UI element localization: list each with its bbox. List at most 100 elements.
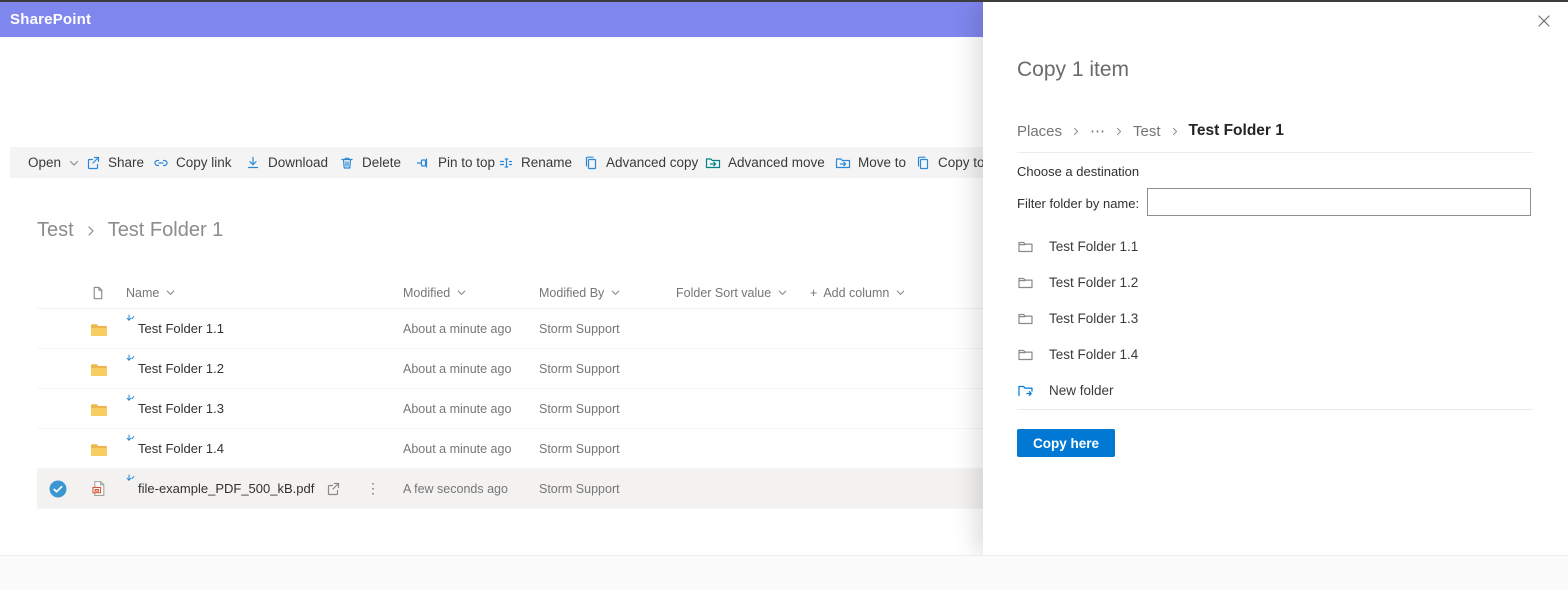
page-bottom-strip <box>0 555 1568 591</box>
copy-panel: Copy 1 item Places ⋯ Test Test Folder 1 … <box>983 2 1568 555</box>
share-icon <box>87 156 100 169</box>
table-row[interactable]: Test Folder 1.3 About a minute ago Storm… <box>37 389 983 429</box>
new-folder-icon <box>1018 385 1033 396</box>
panel-breadcrumb-ellipsis[interactable]: ⋯ <box>1090 122 1105 140</box>
chevron-right-icon <box>88 225 94 236</box>
toolbar-copy-link-button[interactable]: Copy link <box>153 147 232 178</box>
destination-folder-item[interactable]: Test Folder 1.3 <box>1017 300 1533 336</box>
folder-outline-icon <box>1018 349 1033 360</box>
file-name-link[interactable]: Test Folder 1.1 <box>138 321 224 336</box>
column-header-name[interactable]: Name <box>126 277 176 308</box>
chevron-right-icon <box>1073 127 1079 135</box>
panel-divider <box>1017 152 1533 153</box>
modified-cell: About a minute ago <box>403 321 512 336</box>
new-item-indicator-icon <box>126 434 135 441</box>
column-header-modified[interactable]: Modified <box>403 277 467 308</box>
destination-folder-item[interactable]: Test Folder 1.2 <box>1017 264 1533 300</box>
breadcrumb: Test Test Folder 1 <box>37 219 223 242</box>
toolbar-download-button[interactable]: Download <box>245 147 328 178</box>
folder-icon <box>91 323 107 336</box>
suite-bar: SharePoint <box>0 2 983 37</box>
download-icon <box>247 156 259 168</box>
chevron-down-icon <box>457 290 466 295</box>
file-type-column-header[interactable] <box>90 277 105 308</box>
panel-divider <box>1017 409 1533 410</box>
folder-icon <box>91 403 107 416</box>
row-share-button[interactable] <box>325 469 341 508</box>
toolbar-advanced-move-button[interactable]: Advanced move <box>705 147 825 178</box>
app-root: SharePoint Open Share Copy link Download… <box>0 0 1568 591</box>
folder-move-icon <box>705 157 721 168</box>
chevron-down-icon <box>778 290 787 295</box>
modified-cell: About a minute ago <box>403 401 512 416</box>
panel-breadcrumb-current: Test Folder 1 <box>1188 122 1284 139</box>
new-item-indicator-icon <box>126 394 135 401</box>
command-bar: Open Share Copy link Download Delete Pin… <box>10 147 983 178</box>
destination-folder-list: Test Folder 1.1 Test Folder 1.2 Test Fol… <box>1017 228 1533 408</box>
table-row[interactable]: Test Folder 1.1 About a minute ago Storm… <box>37 309 983 349</box>
table-row[interactable]: Test Folder 1.4 About a minute ago Storm… <box>37 429 983 469</box>
pdf-file-icon <box>92 481 105 496</box>
copy-here-button[interactable]: Copy here <box>1017 429 1115 457</box>
folder-arrow-icon <box>835 157 851 168</box>
modified-cell: A few seconds ago <box>403 481 508 496</box>
close-button[interactable] <box>1535 12 1553 30</box>
toolbar-delete-button[interactable]: Delete <box>339 147 401 178</box>
file-name-link[interactable]: Test Folder 1.4 <box>138 441 224 456</box>
toolbar-open-button[interactable]: Open <box>28 147 80 178</box>
filter-folder-input[interactable] <box>1147 188 1531 216</box>
share-icon <box>327 482 340 495</box>
modified-by-cell: Storm Support <box>539 401 620 416</box>
rename-icon <box>499 157 513 168</box>
new-item-indicator-icon <box>126 354 135 361</box>
modified-cell: About a minute ago <box>403 361 512 376</box>
panel-breadcrumb-places[interactable]: Places <box>1017 123 1062 140</box>
sharepoint-logo[interactable]: SharePoint <box>10 11 91 28</box>
filter-folder-label: Filter folder by name: <box>1017 196 1140 211</box>
breadcrumb-test-folder-1[interactable]: Test Folder 1 <box>108 219 224 242</box>
list-header-row: Name Modified Modified By Folder Sort va… <box>37 277 983 309</box>
plus-icon: + <box>810 285 818 300</box>
column-header-modified-by[interactable]: Modified By <box>539 277 621 308</box>
folder-outline-icon <box>1018 277 1033 288</box>
window-top-edge <box>0 0 1568 2</box>
toolbar-copy-to-button[interactable]: Copy to <box>915 147 983 178</box>
document-icon <box>93 286 103 299</box>
toolbar-rename-button[interactable]: Rename <box>498 147 572 178</box>
copy-pages-icon <box>585 156 597 169</box>
chevron-down-icon <box>897 290 905 295</box>
new-item-indicator-icon <box>126 474 135 481</box>
folder-outline-icon <box>1018 313 1033 324</box>
chevron-right-icon <box>1116 127 1122 135</box>
file-name-link[interactable]: file-example_PDF_500_kB.pdf <box>138 481 314 496</box>
toolbar-advanced-copy-button[interactable]: Advanced copy <box>583 147 698 178</box>
destination-folder-item[interactable]: Test Folder 1.1 <box>1017 228 1533 264</box>
chevron-down-icon <box>167 290 175 295</box>
folder-icon <box>91 443 107 456</box>
chevron-down-icon <box>612 290 620 295</box>
folder-icon <box>91 363 107 376</box>
file-name-link[interactable]: Test Folder 1.2 <box>138 361 224 376</box>
destination-folder-item[interactable]: Test Folder 1.4 <box>1017 336 1533 372</box>
pin-icon <box>416 157 428 168</box>
trash-icon <box>341 157 353 169</box>
toolbar-move-to-button[interactable]: Move to <box>835 147 906 178</box>
modified-by-cell: Storm Support <box>539 481 620 496</box>
table-row-selected[interactable]: file-example_PDF_500_kB.pdf ⋮ A few seco… <box>37 469 983 509</box>
panel-title: Copy 1 item <box>1017 58 1130 81</box>
copy-to-icon <box>917 156 929 169</box>
toolbar-share-button[interactable]: Share <box>85 147 144 178</box>
table-row[interactable]: Test Folder 1.2 About a minute ago Storm… <box>37 349 983 389</box>
panel-breadcrumb-test[interactable]: Test <box>1133 123 1161 140</box>
file-name-link[interactable]: Test Folder 1.3 <box>138 401 224 416</box>
toolbar-pin-to-top-button[interactable]: Pin to top <box>415 147 495 178</box>
add-column-button[interactable]: + Add column <box>810 277 906 308</box>
new-folder-button[interactable]: New folder <box>1017 372 1533 408</box>
column-header-folder-sort-value[interactable]: Folder Sort value <box>676 277 788 308</box>
modified-by-cell: Storm Support <box>539 361 620 376</box>
row-more-actions-button[interactable]: ⋮ <box>366 469 380 508</box>
row-selection-checkbox[interactable] <box>49 469 67 508</box>
breadcrumb-test[interactable]: Test <box>37 219 74 242</box>
modified-by-cell: Storm Support <box>539 441 620 456</box>
modified-cell: About a minute ago <box>403 441 512 456</box>
